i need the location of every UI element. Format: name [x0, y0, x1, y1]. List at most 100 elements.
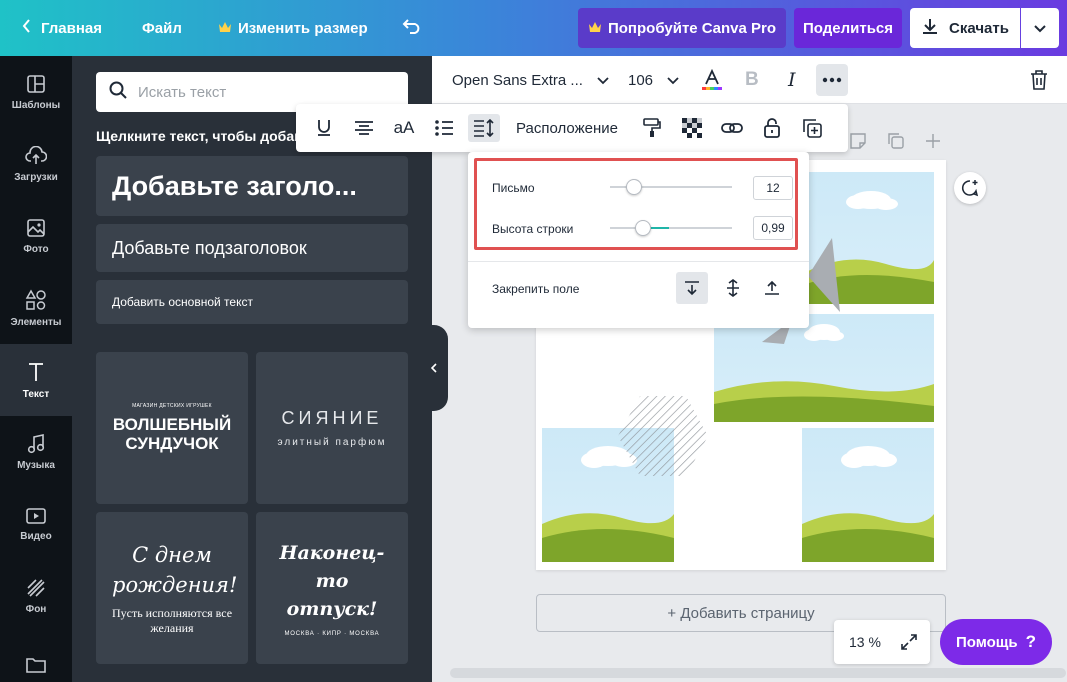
- photo-placeholder[interactable]: [714, 314, 934, 422]
- top-bar: Главная Файл Изменить размер Попробуйте …: [0, 0, 1067, 56]
- add-comment-button[interactable]: [954, 172, 986, 204]
- background-icon: [27, 578, 45, 597]
- download-button[interactable]: Скачать: [910, 8, 1020, 48]
- tile-main-text: СИЯНИЕ: [281, 408, 383, 428]
- tile-main-text: ВОЛШЕБНЫЙ СУНДУЧОК: [112, 415, 232, 453]
- add-heading-button[interactable]: Добавьте заголо...: [96, 156, 408, 216]
- templates-icon: [27, 74, 45, 93]
- home-button[interactable]: Главная: [22, 0, 102, 56]
- anchor-middle-button[interactable]: [717, 272, 749, 304]
- anchor-bottom-button[interactable]: [676, 272, 708, 304]
- anchor-label: Закрепить поле: [492, 282, 580, 296]
- link-button[interactable]: [718, 114, 746, 142]
- collapse-panel-button[interactable]: [420, 325, 448, 411]
- transparency-button[interactable]: [678, 114, 706, 142]
- text-template-tile[interactable]: МАГАЗИН ДЕТСКИХ ИГРУШЕК ВОЛШЕБНЫЙ СУНДУЧ…: [96, 352, 248, 504]
- help-label: Помощь: [955, 633, 1018, 651]
- photo-placeholder[interactable]: [802, 428, 934, 562]
- font-size-select[interactable]: 106: [628, 56, 679, 104]
- rail-item-text[interactable]: Текст: [0, 344, 72, 416]
- spacing-button[interactable]: [468, 114, 500, 142]
- chevron-down-icon: [1034, 20, 1046, 37]
- highlight-frame: [474, 158, 798, 250]
- page-actions: [850, 130, 946, 152]
- tile-small-text: МОСКВА · КИПР · МОСКВА: [284, 631, 380, 637]
- rail-label: Шаблоны: [11, 99, 61, 111]
- comment-add-icon: [961, 180, 979, 197]
- font-family-value: Open Sans Extra ...: [452, 71, 583, 89]
- list-button[interactable]: [430, 114, 458, 142]
- landscape-placeholder-icon: [714, 324, 934, 422]
- transparency-icon: [682, 118, 702, 138]
- horizontal-scrollbar[interactable]: [450, 668, 1066, 678]
- try-pro-button[interactable]: Попробуйте Canva Pro: [578, 8, 786, 48]
- align-button[interactable]: [350, 114, 378, 142]
- text-template-tile[interactable]: Наконец-то отпуск! МОСКВА · КИПР · МОСКВ…: [256, 512, 408, 664]
- undo-icon: [402, 18, 424, 38]
- fullscreen-icon[interactable]: [900, 633, 918, 656]
- text-effects-toolbar: aA Расположение: [296, 104, 848, 152]
- home-label: Главная: [41, 19, 103, 37]
- note-icon[interactable]: [850, 133, 866, 154]
- download-options-button[interactable]: [1021, 8, 1059, 48]
- duplicate-icon: [803, 119, 822, 138]
- zoom-control: 13 %: [834, 620, 930, 664]
- crown-icon: [218, 20, 232, 37]
- rail-item-photos[interactable]: Фото: [0, 200, 72, 272]
- text-color-button[interactable]: [700, 56, 724, 104]
- text-template-tile[interactable]: С днем рождения! Пусть исполняются все ж…: [96, 512, 248, 664]
- zoom-level[interactable]: 13 %: [849, 634, 881, 650]
- rail-item-elements[interactable]: Элементы: [0, 272, 72, 344]
- help-mark: ?: [1025, 632, 1037, 651]
- undo-button[interactable]: [402, 0, 424, 56]
- copy-style-button[interactable]: [638, 114, 666, 142]
- editor-toolbar: Open Sans Extra ... 106 B I: [432, 56, 1067, 104]
- rail-item-folders[interactable]: [0, 632, 72, 682]
- upload-icon: [25, 145, 47, 164]
- duplicate-button[interactable]: [798, 114, 826, 142]
- chevron-down-icon: [667, 72, 679, 89]
- italic-button[interactable]: I: [788, 56, 796, 104]
- font-family-select[interactable]: Open Sans Extra ...: [452, 56, 609, 104]
- lock-button[interactable]: [758, 114, 786, 142]
- tile-main-text: Наконец-то отпуск!: [279, 542, 385, 620]
- file-menu[interactable]: Файл: [142, 0, 182, 56]
- video-icon: [26, 507, 46, 524]
- add-subheading-button[interactable]: Добавьте подзаголовок: [96, 224, 408, 272]
- photo-icon: [27, 218, 45, 237]
- letter-case-button[interactable]: aA: [390, 114, 418, 142]
- landscape-placeholder-icon: [802, 446, 934, 562]
- resize-label: Изменить размер: [238, 19, 368, 37]
- paint-roller-icon: [643, 118, 661, 137]
- add-body-text-button[interactable]: Добавить основной текст: [96, 280, 408, 324]
- more-options-button[interactable]: [816, 64, 848, 96]
- underline-button[interactable]: [310, 114, 338, 142]
- bold-button[interactable]: B: [745, 56, 759, 104]
- try-pro-label: Попробуйте Canva Pro: [607, 19, 776, 37]
- rail-item-video[interactable]: Видео: [0, 488, 72, 560]
- rail-item-background[interactable]: Фон: [0, 560, 72, 632]
- align-bottom-icon: [685, 281, 699, 296]
- download-icon: [921, 17, 939, 39]
- position-button[interactable]: Расположение: [516, 114, 626, 142]
- tile-small-text: элитный парфюм: [277, 437, 387, 448]
- share-button[interactable]: Поделиться: [794, 8, 902, 48]
- anchor-top-button[interactable]: [756, 272, 788, 304]
- delete-button[interactable]: [1030, 56, 1048, 104]
- rail-label: Видео: [20, 530, 52, 542]
- rail-item-uploads[interactable]: Загрузки: [0, 128, 72, 200]
- font-size-value: 106: [628, 71, 654, 89]
- download-label: Скачать: [949, 19, 1009, 37]
- resize-button[interactable]: Изменить размер: [218, 0, 368, 56]
- add-page-icon[interactable]: [925, 133, 941, 154]
- text-template-tile[interactable]: СИЯНИЕ элитный парфюм: [256, 352, 408, 504]
- hexagon-shape[interactable]: [616, 394, 710, 478]
- side-rail: Шаблоны Загрузки Фото Элементы Текст Муз…: [0, 56, 72, 682]
- rail-item-templates[interactable]: Шаблоны: [0, 56, 72, 128]
- rail-item-music[interactable]: Музыка: [0, 416, 72, 488]
- popup-divider: [468, 261, 809, 262]
- tile-small-text: Пусть исполняются все желания: [111, 606, 233, 635]
- help-button[interactable]: Помощь ?: [940, 619, 1052, 665]
- duplicate-page-icon[interactable]: [888, 133, 904, 154]
- rail-label: Загрузки: [14, 171, 58, 183]
